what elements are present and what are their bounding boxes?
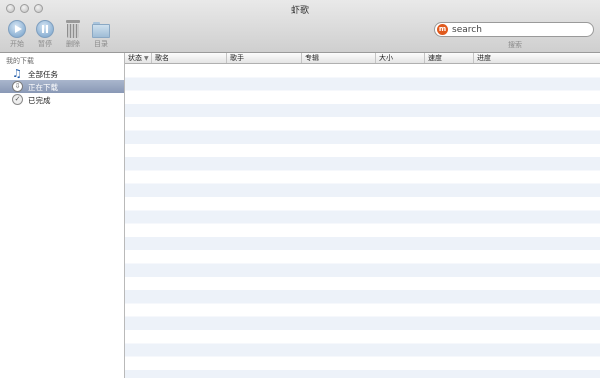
toolbar: 虾歌 开始 暂停 删除 目录 m 搜索 <box>0 0 600 53</box>
table-header: 状态 ▼ 歌名 歌手 专辑 大小 速度 进度 <box>125 53 600 64</box>
app-window: 虾歌 开始 暂停 删除 目录 m 搜索 我的下载 ♫ 全部任务 ⇩ <box>0 0 600 378</box>
sidebar-item-downloading[interactable]: ⇩ 正在下载 <box>0 80 124 93</box>
checkmark-icon: ✓ <box>12 94 23 105</box>
folder-label: 目录 <box>94 40 108 48</box>
search-label: 搜索 <box>508 41 522 49</box>
search-field[interactable]: m <box>434 22 594 37</box>
sidebar-item-completed[interactable]: ✓ 已完成 <box>0 93 124 106</box>
sidebar-heading: 我的下载 <box>6 57 34 65</box>
sidebar: 我的下载 ♫ 全部任务 ⇩ 正在下载 ✓ 已完成 <box>0 53 125 378</box>
folder-icon <box>92 22 110 38</box>
column-header-song[interactable]: 歌名 <box>152 53 227 63</box>
sidebar-item-label: 全部任务 <box>28 70 58 79</box>
music-note-icon: ♫ <box>12 67 22 80</box>
pause-label: 暂停 <box>38 40 52 48</box>
column-header-artist[interactable]: 歌手 <box>227 53 302 63</box>
download-table: 状态 ▼ 歌名 歌手 专辑 大小 速度 进度 <box>125 53 600 378</box>
start-label: 开始 <box>10 40 24 48</box>
download-icon: ⇩ <box>12 81 23 92</box>
folder-button[interactable]: 目录 <box>89 20 113 49</box>
search-logo-icon: m <box>437 24 448 35</box>
sidebar-item-label: 正在下载 <box>28 83 58 92</box>
column-header-status[interactable]: 状态 ▼ <box>125 53 152 63</box>
sidebar-item-all-tasks[interactable]: ♫ 全部任务 <box>0 67 124 80</box>
pause-button[interactable]: 暂停 <box>33 20 57 49</box>
delete-label: 删除 <box>66 40 80 48</box>
delete-button[interactable]: 删除 <box>61 20 85 49</box>
search-input[interactable] <box>452 23 590 36</box>
column-header-progress[interactable]: 进度 <box>474 53 600 63</box>
start-button[interactable]: 开始 <box>5 20 29 49</box>
table-body[interactable] <box>125 64 600 378</box>
sort-down-icon: ▼ <box>144 55 149 62</box>
window-title: 虾歌 <box>290 6 309 16</box>
column-header-size[interactable]: 大小 <box>376 53 425 63</box>
play-icon <box>8 20 26 38</box>
sidebar-item-label: 已完成 <box>28 96 51 105</box>
column-header-speed[interactable]: 速度 <box>425 53 474 63</box>
column-header-album[interactable]: 专辑 <box>302 53 376 63</box>
trash-icon <box>66 20 80 38</box>
pause-icon <box>36 20 54 38</box>
